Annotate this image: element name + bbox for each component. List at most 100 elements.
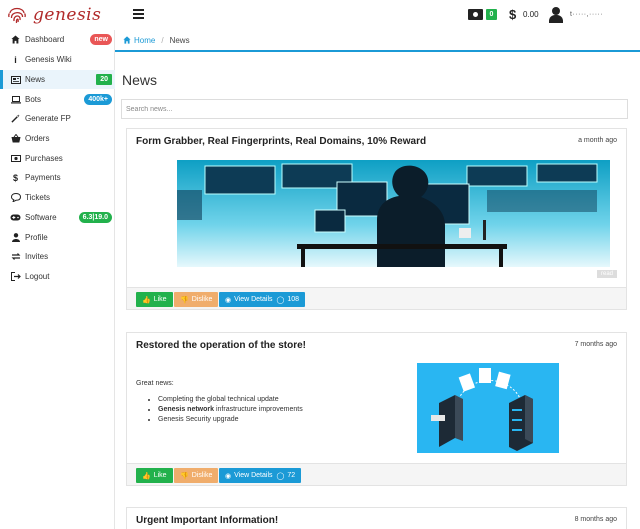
news-time: 8 months ago	[574, 516, 617, 523]
news-hero-image	[177, 160, 610, 267]
search-input[interactable]	[121, 99, 628, 119]
dislike-button[interactable]: 👎 Dislike	[174, 468, 219, 483]
wallet-icon[interactable]	[468, 9, 483, 20]
news-card: Form Grabber, Real Fingerprints, Real Do…	[126, 128, 627, 310]
dashboard-icon	[10, 35, 21, 45]
comment-icon: ◯	[276, 296, 285, 304]
sidebar-item-purchases[interactable]: Purchases	[0, 149, 115, 168]
card-footer: 👍 Like 👎 Dislike ◉ View Details ◯ 72	[127, 463, 626, 485]
logo[interactable]: genesis	[6, 4, 101, 26]
news-card: Restored the operation of the store! 7 m…	[126, 332, 627, 486]
sidebar-item-logout[interactable]: Logout	[0, 267, 115, 286]
news-bullet: Completing the global technical update	[158, 395, 303, 405]
news-intro: Great news:	[136, 380, 174, 387]
comment-count: 72	[287, 472, 296, 479]
thumbs-down-icon: 👎	[180, 296, 189, 304]
new-badge: new	[90, 34, 112, 45]
sidebar-item-label: Payments	[25, 173, 61, 182]
breadcrumb-home-label[interactable]: Home	[134, 36, 155, 45]
news-illustration	[417, 363, 559, 453]
menu-toggle-icon[interactable]	[133, 9, 144, 19]
like-button[interactable]: 👍 Like	[136, 292, 173, 307]
sidebar-item-label: Purchases	[25, 154, 63, 163]
news-bullet-list: Completing the global technical update G…	[158, 395, 303, 425]
sidebar-item-label: Profile	[25, 233, 48, 242]
sidebar-item-label: Dashboard	[25, 35, 65, 44]
wallet-badge: 0	[486, 9, 497, 20]
like-label: Like	[153, 296, 167, 303]
news-card: Urgent Important Information! 8 months a…	[126, 507, 627, 529]
news-title[interactable]: Form Grabber, Real Fingerprints, Real Do…	[136, 136, 426, 147]
comment-icon: ◯	[276, 472, 285, 480]
thumbs-up-icon: 👍	[142, 296, 151, 304]
like-button[interactable]: 👍 Like	[136, 468, 173, 483]
sidebar-item-orders[interactable]: Orders	[0, 129, 115, 148]
user-icon	[10, 233, 21, 243]
dislike-label: Dislike	[191, 296, 213, 303]
news-bullet-bold: Genesis network	[158, 406, 215, 413]
eye-icon: ◉	[225, 472, 232, 480]
dollar-icon: $	[12, 172, 18, 183]
sidebar-item-label: Generate FP	[25, 114, 71, 123]
sidebar-item-label: Bots	[25, 95, 42, 104]
news-bullet-rest: infrastructure improvements	[214, 406, 303, 413]
sidebar-item-wiki[interactable]: i Genesis Wiki	[0, 50, 115, 69]
sidebar-item-payments[interactable]: $ Payments	[0, 168, 115, 187]
sidebar-item-profile[interactable]: Profile	[0, 228, 115, 247]
sidebar-item-label: News	[25, 75, 46, 84]
sidebar-item-label: Tickets	[25, 193, 51, 202]
sidebar-item-software[interactable]: Software 6.3|19.0	[0, 208, 115, 227]
read-tag: read	[596, 270, 617, 278]
balance: 0.00	[523, 10, 539, 19]
news-icon	[10, 75, 21, 85]
eye-icon: ◉	[225, 296, 232, 304]
comment-count: 108	[287, 296, 300, 303]
card-footer: 👍 Like 👎 Dislike ◉ View Details ◯ 108	[127, 287, 626, 309]
home-icon	[123, 36, 131, 44]
sidebar-item-label: Software	[25, 213, 57, 222]
sidebar-item-news[interactable]: News 20	[0, 70, 115, 89]
brand-name: genesis	[33, 5, 102, 25]
refresh-icon	[10, 252, 21, 262]
news-time: a month ago	[578, 137, 617, 144]
breadcrumb-home[interactable]: Home	[123, 36, 155, 45]
page-title: News	[122, 72, 158, 88]
news-time: 7 months ago	[574, 341, 617, 348]
dollar-icon: $	[509, 7, 517, 22]
top-bar: genesis 0 $ 0.00 t·····,·····	[0, 0, 640, 30]
thumbs-up-icon: 👍	[142, 472, 151, 480]
news-count-badge: 20	[96, 74, 112, 85]
sidebar-item-generate-fp[interactable]: Generate FP	[0, 109, 115, 128]
sidebar-item-dashboard[interactable]: Dashboard new	[0, 30, 115, 49]
breadcrumb-current: News	[169, 35, 190, 45]
view-details-label: View Details	[234, 472, 273, 479]
sidebar: Dashboard new i Genesis Wiki News 20 Bot…	[0, 30, 115, 529]
money-icon	[10, 154, 21, 164]
sidebar-item-invites[interactable]: Invites	[0, 247, 115, 266]
news-title[interactable]: Urgent Important Information!	[136, 515, 278, 526]
dislike-button[interactable]: 👎 Dislike	[174, 292, 219, 307]
sidebar-item-label: Orders	[25, 134, 50, 143]
view-details-button[interactable]: ◉ View Details ◯ 72	[219, 468, 302, 483]
info-icon: i	[14, 54, 17, 65]
user-avatar-icon[interactable]	[549, 7, 563, 23]
breadcrumb: Home / News	[115, 30, 640, 52]
username[interactable]: t·····,·····	[570, 11, 603, 18]
bots-count-badge: 400k+	[84, 94, 112, 105]
software-version-badge: 6.3|19.0	[78, 212, 112, 223]
sidebar-item-bots[interactable]: Bots 400k+	[0, 90, 115, 109]
news-bullet: Genesis network infrastructure improveme…	[158, 405, 303, 415]
news-bullet: Genesis Security upgrade	[158, 415, 303, 425]
dislike-label: Dislike	[191, 472, 213, 479]
thumbs-down-icon: 👎	[180, 472, 189, 480]
sidebar-item-label: Logout	[25, 272, 50, 281]
news-body: Great news: Completing the global techni…	[136, 379, 303, 425]
breadcrumb-separator: /	[161, 35, 164, 45]
view-details-button[interactable]: ◉ View Details ◯ 108	[219, 292, 306, 307]
gamepad-icon	[10, 213, 21, 223]
news-title[interactable]: Restored the operation of the store!	[136, 340, 306, 351]
sidebar-item-label: Genesis Wiki	[25, 55, 72, 64]
wand-icon	[10, 114, 21, 124]
sidebar-item-tickets[interactable]: Tickets	[0, 188, 115, 207]
view-details-label: View Details	[234, 296, 273, 303]
